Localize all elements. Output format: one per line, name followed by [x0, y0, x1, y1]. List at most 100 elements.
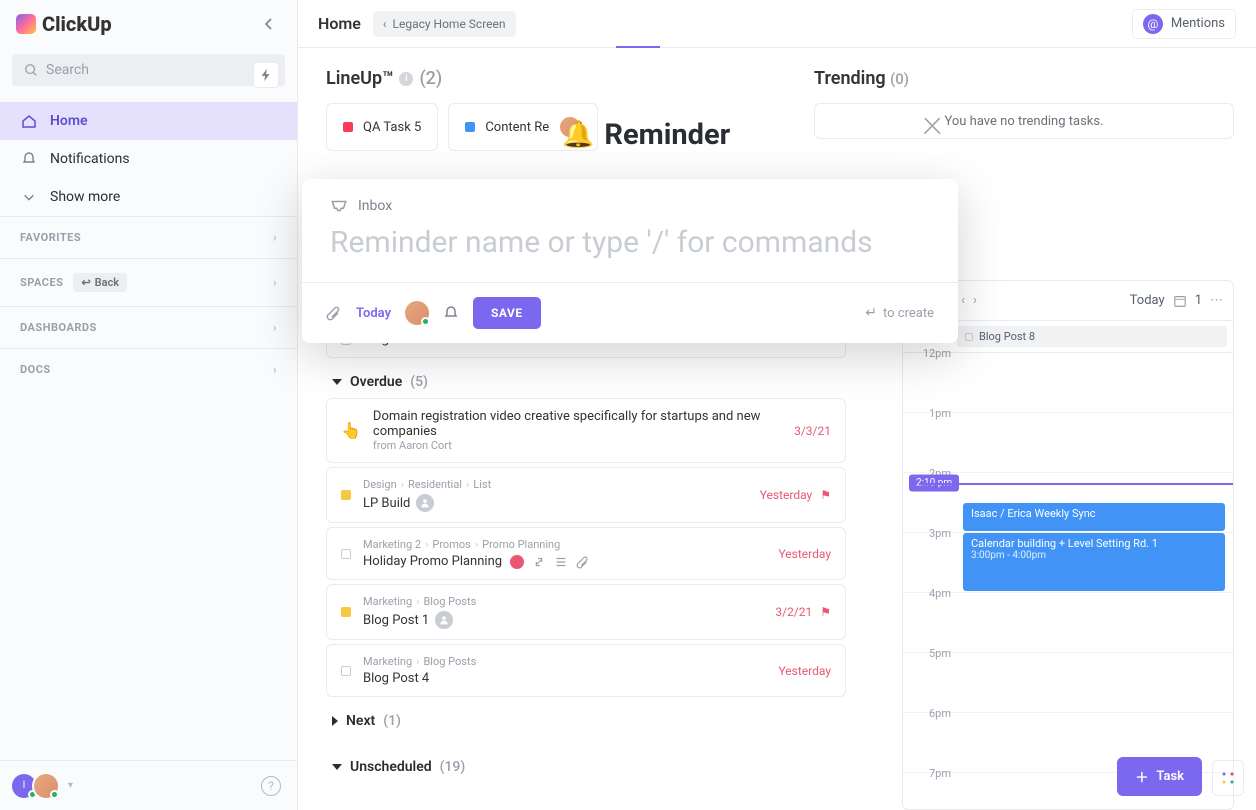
back-button[interactable]: ↩ Back	[73, 273, 127, 292]
task-row[interactable]: Design› Residential› List LP Build Yeste…	[326, 467, 846, 523]
plus-icon: ＋	[1135, 767, 1148, 786]
now-line	[919, 483, 1233, 485]
search-placeholder: Search	[46, 62, 89, 78]
list-icon	[554, 555, 568, 569]
section-label: DASHBOARDS	[20, 321, 97, 334]
allday-label: All day	[903, 330, 957, 343]
user-avatars[interactable]: I	[16, 772, 60, 800]
page-title: Home	[318, 14, 361, 33]
calendar-day-num: 1	[1195, 293, 1202, 308]
caret-right-icon	[332, 716, 338, 726]
presence-dot-icon	[50, 790, 59, 799]
flag-icon[interactable]: ⚑	[820, 605, 831, 619]
calendar-day[interactable]: Wed	[913, 293, 939, 308]
group-overdue[interactable]: Overdue (5)	[332, 374, 846, 390]
lineup-count: (2)	[419, 68, 442, 89]
lineup-task-chip[interactable]: Content Re	[448, 103, 598, 151]
logo-mark-icon	[16, 14, 36, 34]
chevron-down-icon	[20, 188, 38, 206]
lineup-task-chip[interactable]: QA Task 5	[326, 103, 438, 151]
section-docs[interactable]: DOCS ›	[0, 348, 297, 390]
status-square-icon	[343, 122, 353, 132]
section-label: SPACES	[20, 276, 63, 289]
back-arrow-icon: ↩	[81, 276, 90, 289]
caret-down-icon	[332, 764, 342, 770]
help-button[interactable]: ?	[261, 776, 281, 796]
calendar-grid[interactable]: 12pm 1pm 2pm 3pm 4pm 5pm 6pm 7pm 2:10 pm…	[903, 353, 1233, 810]
status-icon[interactable]	[341, 607, 351, 617]
flag-icon[interactable]: ⚑	[820, 488, 831, 502]
search-input[interactable]: Search	[12, 54, 285, 86]
status-icon[interactable]	[341, 335, 351, 345]
calendar-icon[interactable]	[1173, 294, 1187, 308]
avatar	[559, 116, 581, 138]
blocked-icon	[510, 555, 524, 569]
section-spaces[interactable]: SPACES ↩ Back ›	[0, 258, 297, 306]
calendar-event[interactable]: Isaac / Erica Weekly Sync	[963, 503, 1225, 531]
chevron-down-icon[interactable]: ▾	[947, 293, 954, 308]
status-square-icon	[465, 122, 475, 132]
home-icon	[20, 112, 38, 130]
main: Home ‹ Legacy Home Screen @ Mentions Lin…	[298, 0, 1256, 810]
bell-icon	[20, 150, 38, 168]
prev-button[interactable]: ‹	[961, 293, 965, 308]
calendar-event[interactable]: Calendar building + Level Setting Rd. 1 …	[963, 533, 1225, 591]
chevron-right-icon: ›	[273, 363, 277, 376]
status-icon[interactable]	[341, 549, 351, 559]
chevron-left-icon: ‹	[383, 17, 387, 31]
group-unscheduled[interactable]: Unscheduled (19)	[332, 759, 846, 775]
task-row[interactable]: 👆 Domain registration video creative spe…	[326, 398, 846, 463]
more-icon[interactable]: ⋯	[1210, 293, 1223, 308]
app-name: ClickUp	[42, 12, 112, 36]
assignee-icon[interactable]	[416, 494, 434, 512]
allday-event[interactable]: Blog Post 8	[957, 326, 1227, 347]
trending-empty: You have no trending tasks.	[814, 103, 1234, 139]
link-icon	[532, 555, 546, 569]
lineup-title: LineUp™	[326, 68, 393, 89]
trending-title: Trending	[814, 68, 886, 89]
status-icon	[965, 333, 973, 341]
status-icon[interactable]	[341, 666, 351, 676]
task-row[interactable]: Blog Post 8	[326, 321, 846, 358]
next-button[interactable]: ›	[973, 293, 977, 308]
sidebar: ClickUp Search Home Notifications Show m…	[0, 0, 298, 810]
info-icon[interactable]: i	[399, 72, 413, 86]
apps-button[interactable]	[1212, 760, 1244, 796]
attachment-icon	[576, 555, 590, 569]
legacy-home-button[interactable]: ‹ Legacy Home Screen	[373, 11, 516, 37]
topbar: Home ‹ Legacy Home Screen @ Mentions	[298, 0, 1256, 48]
section-label: FAVORITES	[20, 231, 81, 244]
task-row[interactable]: Marketing› Blog Posts Blog Post 4 Yester…	[326, 644, 846, 697]
chevron-right-icon: ›	[273, 231, 277, 244]
section-favorites[interactable]: FAVORITES ›	[0, 216, 297, 258]
today-button[interactable]: Today	[1130, 293, 1165, 308]
nav-label: Home	[50, 113, 88, 129]
collapse-sidebar-button[interactable]	[257, 12, 281, 36]
mentions-button[interactable]: @ Mentions	[1132, 9, 1236, 39]
assignee-icon[interactable]	[435, 611, 453, 629]
bolt-icon	[259, 68, 273, 82]
app-logo[interactable]: ClickUp	[16, 12, 112, 36]
nav-notifications[interactable]: Notifications	[0, 140, 297, 178]
lineup-widget: LineUp™ i (2) QA Task 5 Content Re	[326, 68, 774, 151]
trending-count: (0)	[890, 70, 909, 88]
search-icon	[24, 63, 38, 77]
status-icon[interactable]	[341, 490, 351, 500]
group-next[interactable]: Next (1)	[332, 713, 846, 729]
nav-show-more[interactable]: Show more	[0, 178, 297, 216]
nav-home[interactable]: Home	[0, 102, 297, 140]
nav-label: Notifications	[50, 151, 130, 167]
hand-point-icon: 👆	[341, 421, 361, 440]
new-task-button[interactable]: ＋ Task	[1117, 757, 1202, 796]
section-label: DOCS	[20, 363, 51, 376]
section-dashboards[interactable]: DASHBOARDS ›	[0, 306, 297, 348]
calendar-widget: Wed ▾ ‹ › Today 1 ⋯ All day Blog Post 8 …	[902, 280, 1234, 810]
task-list: Blog Post 8 Overdue (5) 👆 Domain registr…	[326, 321, 846, 775]
quick-action-button[interactable]	[253, 62, 279, 88]
nav-label: Show more	[50, 189, 120, 205]
task-row[interactable]: Marketing 2› Promos› Promo Planning Holi…	[326, 527, 846, 580]
task-row[interactable]: Marketing› Blog Posts Blog Post 1 3/2/21…	[326, 584, 846, 640]
trending-widget: Trending (0) You have no trending tasks.	[814, 68, 1234, 151]
avatar	[32, 772, 60, 800]
chevron-down-icon[interactable]: ▾	[68, 780, 73, 791]
